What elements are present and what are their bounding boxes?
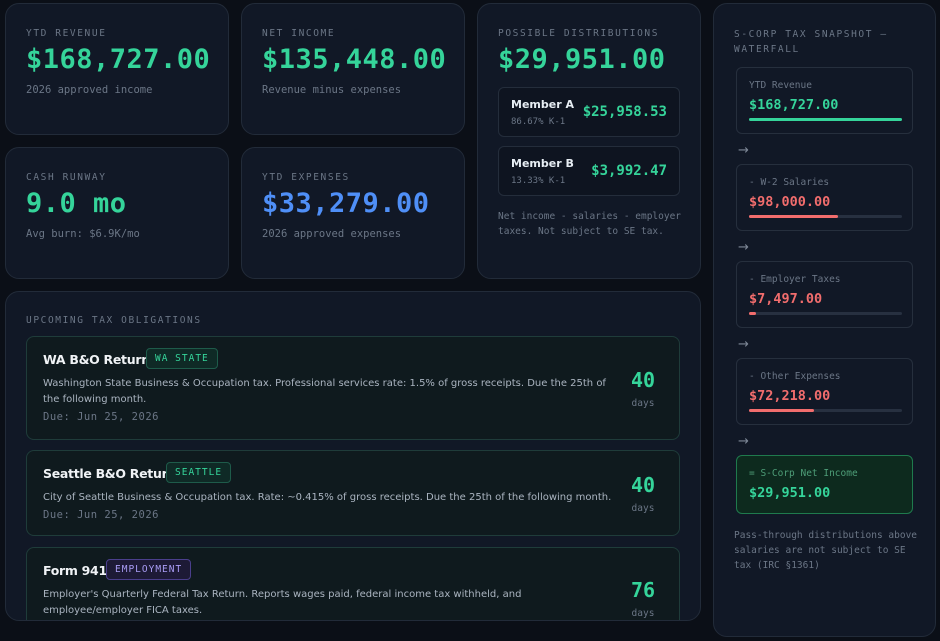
obligation-title: WA B&O Return: [43, 352, 150, 367]
obligation-days-label: days: [631, 398, 655, 409]
net-income-label: NET INCOME: [262, 28, 336, 39]
member-pct: 13.33% K-1: [511, 176, 566, 186]
cash-runway-sub: Avg burn: $6.9K/mo: [26, 228, 140, 240]
step-bar: [749, 312, 756, 315]
ytd-revenue-label: YTD REVENUE: [26, 28, 107, 39]
step-value: $7,497.00: [749, 291, 823, 307]
arrow-right-icon: →: [738, 337, 749, 352]
step-value: $72,218.00: [749, 388, 831, 404]
net-income-value: $135,448.00: [262, 44, 447, 75]
arrow-right-icon: →: [738, 434, 749, 449]
step-value: $168,727.00: [749, 97, 839, 113]
step-bar: [749, 118, 902, 121]
ytd-expenses-card: YTD EXPENSES $33,279.00 2026 approved ex…: [241, 147, 465, 279]
ytd-expenses-label: YTD EXPENSES: [262, 172, 350, 183]
net-income-card: NET INCOME $135,448.00 Revenue minus exp…: [241, 3, 465, 135]
member-name: Member A: [511, 98, 574, 111]
step-bar-track: [749, 312, 902, 315]
obligation-item[interactable]: Form 941 EMPLOYMENT Employer's Quarterly…: [26, 547, 680, 620]
obligation-desc: Washington State Business & Occupation t…: [43, 378, 606, 405]
obligations-label: UPCOMING TAX OBLIGATIONS: [26, 315, 202, 326]
step-bar-track: [749, 215, 902, 218]
obligation-desc: City of Seattle Business & Occupation ta…: [43, 492, 612, 503]
step-label: - W-2 Salaries: [749, 177, 830, 188]
ytd-expenses-value: $33,279.00: [262, 188, 430, 219]
ytd-revenue-card: YTD REVENUE $168,727.00 2026 approved in…: [5, 3, 229, 135]
cash-runway-card: CASH RUNWAY 9.0 mo Avg burn: $6.9K/mo: [5, 147, 229, 279]
step-value: $29,951.00: [749, 485, 831, 501]
waterfall-note: Pass-through distributions above salarie…: [734, 530, 918, 571]
obligation-days: 76: [630, 578, 656, 602]
step-bar: [749, 409, 815, 412]
ytd-expenses-sub: 2026 approved expenses: [262, 228, 402, 240]
tax-obligations-panel[interactable]: UPCOMING TAX OBLIGATIONS WA B&O Return W…: [5, 291, 701, 621]
obligation-title: Form 941: [43, 563, 107, 578]
step-label: - Employer Taxes: [749, 274, 841, 285]
step-bar-track: [749, 118, 902, 121]
obligation-due: Due: Jun 25, 2026: [43, 509, 159, 521]
waterfall-panel: S-CORP TAX SNAPSHOT — WATERFALL YTD Reve…: [713, 3, 936, 637]
obligation-title: Seattle B&O Return: [43, 466, 177, 481]
step-bar: [749, 215, 838, 218]
obligation-due: Due: Jun 25, 2026: [43, 411, 159, 423]
member-amount: $25,958.53: [582, 104, 667, 120]
arrow-right-icon: →: [738, 240, 749, 255]
member-pct: 86.67% K-1: [511, 117, 566, 127]
obligation-badge: WA STATE: [146, 348, 218, 369]
obligation-days-label: days: [631, 503, 655, 514]
distributions-label: POSSIBLE DISTRIBUTIONS: [498, 28, 660, 39]
member-amount: $3,992.47: [591, 163, 667, 179]
obligation-desc: Employer's Quarterly Federal Tax Return.…: [43, 589, 522, 616]
member-name: Member B: [511, 157, 574, 170]
waterfall-title: S-CORP TAX SNAPSHOT — WATERFALL: [734, 29, 888, 55]
obligation-item[interactable]: Seattle B&O Return SEATTLE City of Seatt…: [26, 450, 680, 536]
step-label: = S-Corp Net Income: [749, 468, 858, 479]
obligation-badge: EMPLOYMENT: [106, 559, 192, 580]
cash-runway-value: 9.0 mo: [26, 188, 127, 219]
step-value: $98,000.00: [749, 194, 831, 210]
waterfall-step-salaries: - W-2 Salaries $98,000.00: [736, 164, 913, 231]
obligation-item[interactable]: WA B&O Return WA STATE Washington State …: [26, 336, 680, 440]
obligation-days-label: days: [631, 608, 655, 619]
distributions-card: POSSIBLE DISTRIBUTIONS $29,951.00 Member…: [477, 3, 701, 279]
obligation-days: 40: [630, 368, 656, 392]
cash-runway-label: CASH RUNWAY: [26, 172, 107, 183]
ytd-revenue-value: $168,727.00: [26, 44, 211, 75]
obligation-badge: SEATTLE: [166, 462, 232, 483]
step-label: - Other Expenses: [749, 371, 841, 382]
arrow-right-icon: →: [738, 143, 749, 158]
step-bar-track: [749, 409, 902, 412]
obligation-days: 40: [630, 473, 656, 497]
member-b-box: Member B 13.33% K-1 $3,992.47: [498, 146, 680, 196]
waterfall-step-employer-taxes: - Employer Taxes $7,497.00: [736, 261, 913, 328]
waterfall-step-revenue: YTD Revenue $168,727.00: [736, 67, 913, 134]
waterfall-step-other-expenses: - Other Expenses $72,218.00: [736, 358, 913, 425]
ytd-revenue-sub: 2026 approved income: [26, 84, 153, 96]
member-a-box: Member A 86.67% K-1 $25,958.53: [498, 87, 680, 137]
waterfall-step-net-income: = S-Corp Net Income $29,951.00: [736, 455, 913, 514]
net-income-sub: Revenue minus expenses: [262, 84, 402, 96]
distributions-value: $29,951.00: [498, 44, 666, 75]
step-label: YTD Revenue: [749, 80, 812, 91]
distributions-note: Net income - salaries - employer taxes. …: [498, 211, 682, 237]
